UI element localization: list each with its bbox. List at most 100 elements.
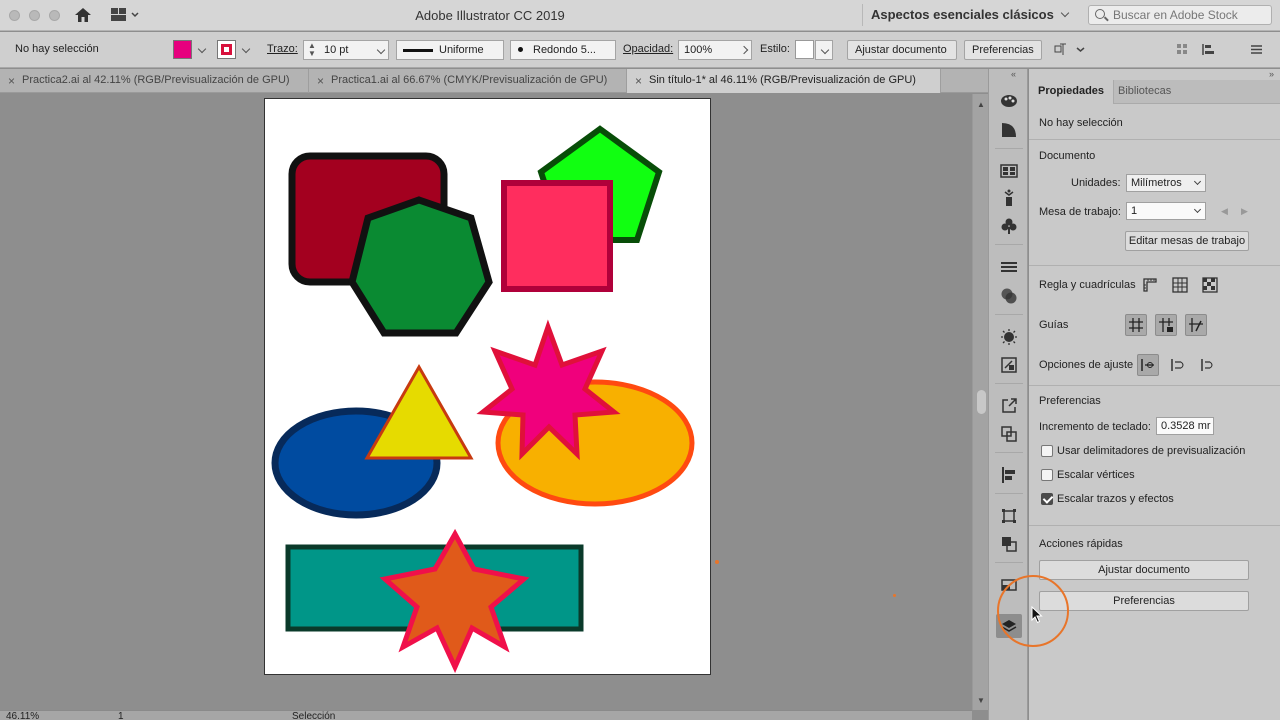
canvas-area[interactable] <box>0 94 972 710</box>
swatch-libraries-icon[interactable] <box>999 161 1019 181</box>
document-heading: Documento <box>1039 150 1096 162</box>
ruler-icon[interactable] <box>1139 274 1161 296</box>
chevron-right-icon[interactable] <box>739 45 749 55</box>
tab-sin-titulo[interactable]: × Sin título-1* al 46.11% (RGB/Previsual… <box>627 69 941 93</box>
stroke-lines-icon[interactable] <box>999 257 1019 277</box>
use-preview-bounds-label: Usar delimitadores de previsualización <box>1057 445 1246 457</box>
stock-search-input[interactable]: Buscar en Adobe Stock <box>1088 5 1272 25</box>
style-label: Estilo: <box>760 43 790 55</box>
vertical-scrollbar[interactable]: ▲ ▼ <box>972 94 988 710</box>
symbols-sprayer-icon[interactable] <box>999 188 1019 208</box>
adjust-document-button[interactable]: Ajustar documento <box>847 40 957 60</box>
orange-dot <box>893 594 896 597</box>
preferences-heading: Preferencias <box>1039 395 1101 407</box>
graphic-styles-icon[interactable] <box>999 355 1019 375</box>
rulers-grids-label: Regla y cuadrículas <box>1039 279 1136 291</box>
use-preview-bounds-checkbox[interactable] <box>1041 445 1053 457</box>
tab-properties[interactable]: Propiedades <box>1029 80 1115 104</box>
transform-icon[interactable] <box>999 506 1019 526</box>
artboards-icon[interactable] <box>999 424 1019 444</box>
quick-preferences-button[interactable]: Preferencias <box>1039 591 1249 611</box>
heptagon-shape[interactable] <box>348 196 493 337</box>
align-icon[interactable] <box>999 465 1019 485</box>
stepper-icon[interactable]: ▲ ▼ <box>308 42 316 58</box>
scale-strokes-effects-label: Escalar trazos y efectos <box>1057 493 1174 505</box>
artboard-select[interactable]: 1 <box>1126 202 1206 220</box>
variable-width-profile-dropdown[interactable]: Uniforme <box>396 40 504 60</box>
mouse-pointer-icon <box>1031 605 1043 624</box>
round-brush-icon <box>518 47 523 52</box>
workspace-switcher[interactable]: Aspectos esenciales clásicos <box>862 4 1076 26</box>
scroll-down-arrow[interactable]: ▼ <box>977 696 985 705</box>
keyboard-increment-input[interactable]: 0.3528 mr <box>1156 417 1214 435</box>
search-icon <box>1095 9 1105 19</box>
scroll-thumb[interactable] <box>977 390 986 414</box>
gradient-icon[interactable] <box>999 120 1019 140</box>
chevron-down-icon <box>197 44 207 54</box>
zoom-level[interactable]: 46.11% <box>6 711 39 720</box>
graphic-style-swatch[interactable] <box>795 40 814 59</box>
scale-corners-checkbox[interactable] <box>1041 469 1053 481</box>
align-distribute-icon[interactable] <box>1202 43 1220 56</box>
snap-to-point-icon[interactable] <box>1137 354 1159 376</box>
fill-color-swatch[interactable] <box>173 40 192 59</box>
square-shape[interactable] <box>501 180 613 292</box>
tab-label: Practica2.ai al 42.11% (RGB/Previsualiza… <box>22 74 290 86</box>
pathfinder-icon[interactable] <box>999 534 1019 554</box>
scroll-up-arrow[interactable]: ▲ <box>977 100 985 109</box>
align-to-icon[interactable] <box>1054 43 1067 56</box>
tab-practica1[interactable]: × Practica1.ai al 66.67% (CMYK/Previsual… <box>309 69 627 93</box>
quick-adjust-document-button[interactable]: Ajustar documento <box>1039 560 1249 580</box>
no-selection-label: No hay selección <box>1039 117 1123 129</box>
window-title: Adobe Illustrator CC 2019 <box>415 8 565 23</box>
isolate-icon[interactable] <box>1176 43 1189 56</box>
smart-guides-icon[interactable] <box>1185 314 1207 336</box>
selection-status: No hay selección <box>15 43 99 55</box>
show-guides-icon[interactable] <box>1125 314 1147 336</box>
preferences-button[interactable]: Preferencias <box>964 40 1042 60</box>
keyboard-increment-label: Incremento de teclado: <box>1039 421 1151 433</box>
collapse-panel-icon[interactable]: » <box>1269 69 1274 79</box>
chevron-down-icon <box>376 45 386 55</box>
graphic-style-dropdown[interactable] <box>815 40 833 60</box>
fill-dropdown[interactable] <box>193 40 209 60</box>
close-icon[interactable]: × <box>8 74 15 88</box>
snap-to-grid-icon[interactable] <box>1197 354 1219 376</box>
close-icon[interactable]: × <box>317 74 324 88</box>
panel-menu-icon[interactable] <box>1250 43 1263 56</box>
chevron-down-icon[interactable] <box>1074 43 1087 56</box>
transparency-grid-icon[interactable] <box>1199 274 1221 296</box>
opacity-label[interactable]: Opacidad: <box>623 43 673 55</box>
close-icon[interactable]: × <box>635 74 642 88</box>
document-tabs: × Practica2.ai al 42.11% (RGB/Previsuali… <box>0 69 988 93</box>
quick-actions-heading: Acciones rápidas <box>1039 538 1123 550</box>
brush-definition-dropdown[interactable]: Redondo 5... <box>510 40 616 60</box>
appearance-icon[interactable] <box>999 327 1019 347</box>
edit-artboards-button[interactable]: Editar mesas de trabajo <box>1125 231 1249 251</box>
clubs-symbol-icon[interactable] <box>999 216 1019 236</box>
artboard-navigator[interactable]: 1 <box>118 711 124 720</box>
opacity-field[interactable]: 100% <box>678 40 752 60</box>
units-dropdown[interactable]: Milímetros <box>1126 174 1206 192</box>
stroke-color-swatch[interactable] <box>217 40 236 59</box>
tab-libraries[interactable]: Bibliotecas <box>1109 80 1180 104</box>
lock-guides-icon[interactable] <box>1155 314 1177 336</box>
brush-value: Redondo 5... <box>533 44 596 56</box>
tab-practica2[interactable]: × Practica2.ai al 42.11% (RGB/Previsuali… <box>0 69 309 93</box>
workspace-name: Aspectos esenciales clásicos <box>871 7 1054 22</box>
profile-value: Uniforme <box>439 44 484 56</box>
artboard[interactable] <box>264 98 711 675</box>
stroke-label[interactable]: Trazo: <box>267 43 298 55</box>
snap-to-pixel-icon[interactable] <box>1167 354 1189 376</box>
color-guide-icon[interactable] <box>999 91 1019 111</box>
scale-strokes-effects-checkbox[interactable] <box>1041 493 1053 505</box>
collapse-panels-icon[interactable]: « <box>1011 69 1016 79</box>
export-icon[interactable] <box>999 396 1019 416</box>
snap-options-label: Opciones de ajuste <box>1039 359 1134 371</box>
previous-artboard-icon[interactable]: ◀ <box>1221 206 1228 217</box>
transparency-icon[interactable] <box>999 286 1019 306</box>
grid-icon[interactable] <box>1169 274 1191 296</box>
stroke-weight-field[interactable]: ▲ ▼ 10 pt <box>303 40 389 60</box>
stroke-dropdown[interactable] <box>237 40 253 60</box>
next-artboard-icon[interactable]: ▶ <box>1241 206 1248 217</box>
